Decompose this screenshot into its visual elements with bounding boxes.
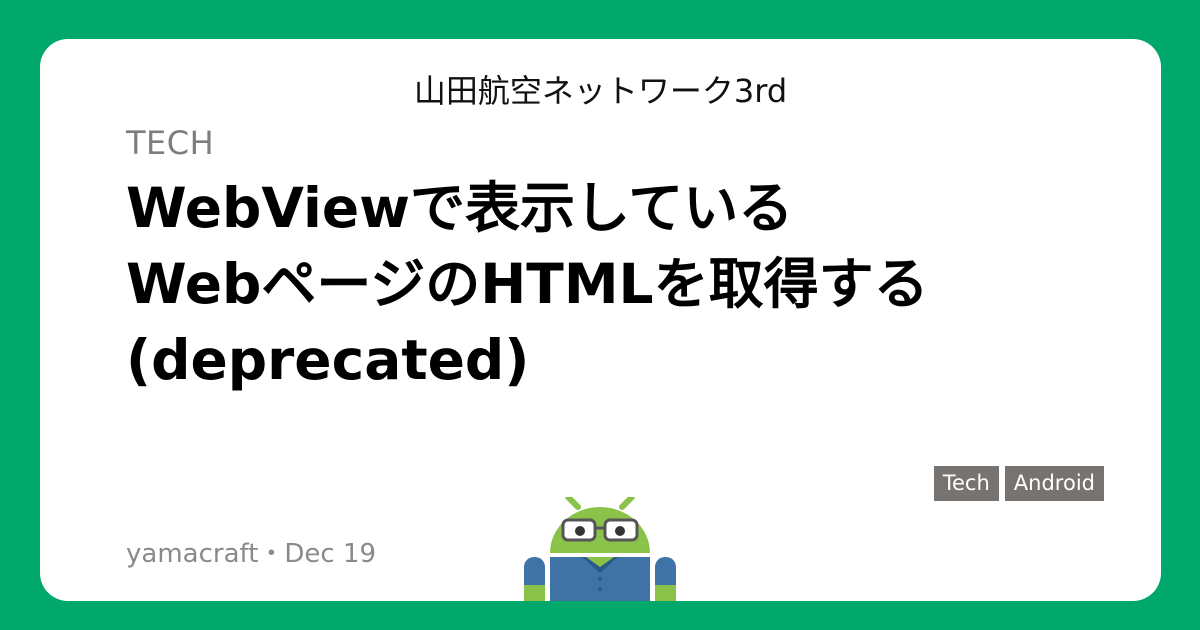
- post-title-line: WebページのHTMLを取得する: [126, 252, 929, 316]
- android-robot-icon: [524, 497, 676, 601]
- ogp-card: 山田航空ネットワーク3rd TECH WebViewで表示している Webページ…: [40, 39, 1161, 601]
- tag-android: Android: [1004, 466, 1104, 501]
- author-name: yamacraft: [126, 539, 259, 569]
- post-meta: yamacraft・Dec 19: [126, 537, 376, 571]
- post-date: Dec 19: [284, 539, 377, 569]
- tag-tech: Tech: [933, 466, 999, 501]
- post-title-line: (deprecated): [126, 328, 530, 392]
- meta-separator: ・: [258, 539, 285, 569]
- category-label: TECH: [126, 124, 215, 162]
- post-title-line: WebViewで表示している: [126, 176, 794, 240]
- tag-list: Tech Android: [933, 466, 1104, 501]
- post-title: WebViewで表示している WebページのHTMLを取得する (depreca…: [126, 170, 1086, 398]
- site-title: 山田航空ネットワーク3rd: [413, 72, 788, 110]
